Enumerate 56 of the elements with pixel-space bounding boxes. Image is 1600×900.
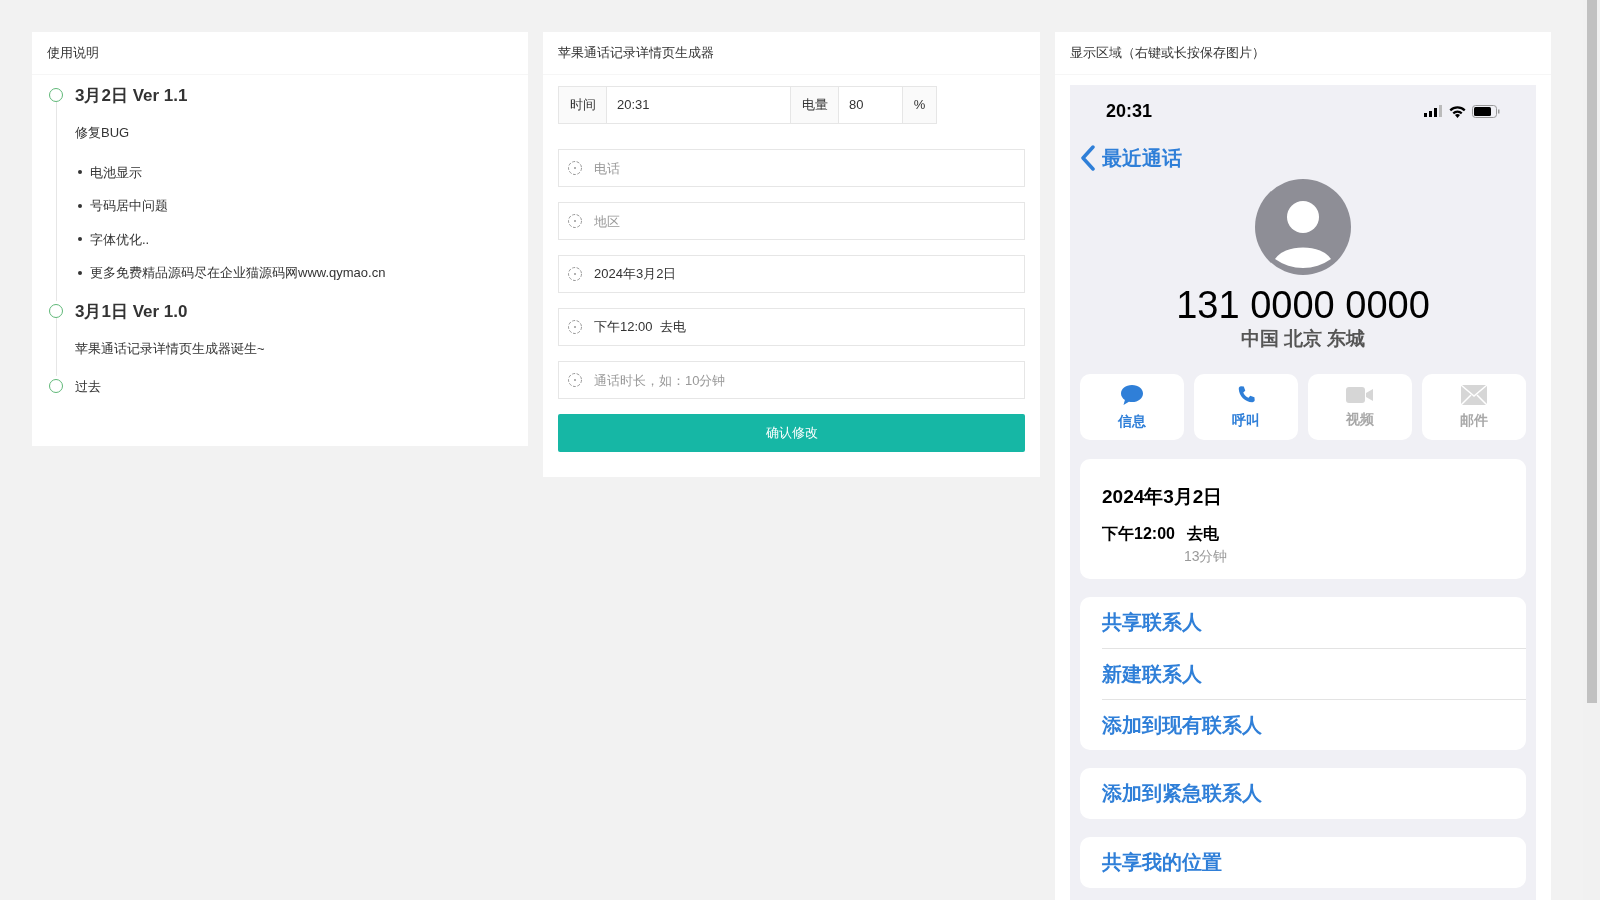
- version-description: 修复BUG: [75, 124, 131, 142]
- clock-icon: [567, 160, 583, 176]
- input-field[interactable]: 电话: [558, 149, 1025, 187]
- back-chevron-icon[interactable]: [1080, 145, 1096, 171]
- version-description: 苹果通话记录详情页生成器诞生~: [75, 339, 266, 358]
- change-item: 更多免费精品源码尽在企业猫源码网www.qymao.cn: [90, 264, 386, 282]
- panel-title: 显示区域（右键或长按保存图片）: [1055, 32, 1551, 75]
- battery-icon: [1472, 104, 1500, 118]
- confirm-button[interactable]: 确认修改: [558, 414, 1025, 452]
- clock-icon: [567, 213, 583, 229]
- panel-title: 使用说明: [32, 32, 528, 75]
- call-duration: 13分钟: [1183, 546, 1228, 566]
- menu-link[interactable]: 新建联系人: [1102, 658, 1202, 689]
- action-button[interactable]: 呼叫: [1194, 374, 1298, 440]
- change-item: 电池显示: [90, 163, 142, 182]
- time-input[interactable]: 20:31: [607, 86, 790, 124]
- call-type: 去电: [1186, 523, 1220, 544]
- bullet-icon: [78, 270, 82, 275]
- menu-link[interactable]: 共享我的位置: [1102, 847, 1222, 877]
- bullet-icon: [78, 170, 82, 175]
- timeline-node-icon: [49, 88, 63, 102]
- call-time: 下午12:00: [1102, 523, 1175, 544]
- phone-number: 131 0000 0000: [1176, 283, 1430, 327]
- menu-link[interactable]: 添加到紧急联系人: [1102, 778, 1262, 808]
- signal-icon: [1424, 105, 1443, 117]
- back-link[interactable]: 最近通话: [1102, 143, 1182, 173]
- clock-icon: [567, 319, 583, 335]
- video-camera-icon: [1345, 384, 1375, 405]
- input-field[interactable]: 2024年3月2日: [558, 255, 1025, 293]
- location-text: 中国 北京 东城: [1240, 327, 1366, 351]
- field-label: 时间: [558, 86, 607, 124]
- wifi-icon: [1449, 104, 1466, 118]
- bullet-icon: [78, 237, 82, 242]
- change-item: 号码居中问题: [90, 197, 168, 215]
- timeline-label: 过去: [75, 378, 102, 396]
- envelope-icon: [1460, 383, 1488, 406]
- clock-icon: [567, 266, 583, 282]
- clock-icon: [567, 372, 583, 388]
- input-field[interactable]: 下午12:00 去电: [558, 308, 1025, 346]
- unit-label: %: [902, 86, 937, 124]
- panel-title: 苹果通话记录详情页生成器: [543, 32, 1040, 75]
- field-label: 电量: [790, 86, 839, 124]
- input-field[interactable]: 通话时长，如：10分钟: [558, 361, 1025, 399]
- timeline-node-icon: [49, 379, 63, 393]
- call-date: 2024年3月2日: [1102, 485, 1224, 509]
- action-button[interactable]: 信息: [1080, 374, 1184, 440]
- menu-link[interactable]: 共享联系人: [1102, 607, 1202, 637]
- timeline-node-icon: [49, 303, 63, 318]
- change-item: 字体优化..: [90, 230, 150, 249]
- bullet-icon: [78, 203, 82, 208]
- version-title: 3月1日 Ver 1.0: [75, 300, 189, 323]
- status-time: 20:31: [1106, 99, 1153, 123]
- input-field[interactable]: 地区: [558, 202, 1025, 240]
- menu-link[interactable]: 添加到现有联系人: [1102, 709, 1262, 740]
- version-title: 3月2日 Ver 1.1: [75, 85, 189, 107]
- speech-bubble-icon: [1119, 382, 1145, 407]
